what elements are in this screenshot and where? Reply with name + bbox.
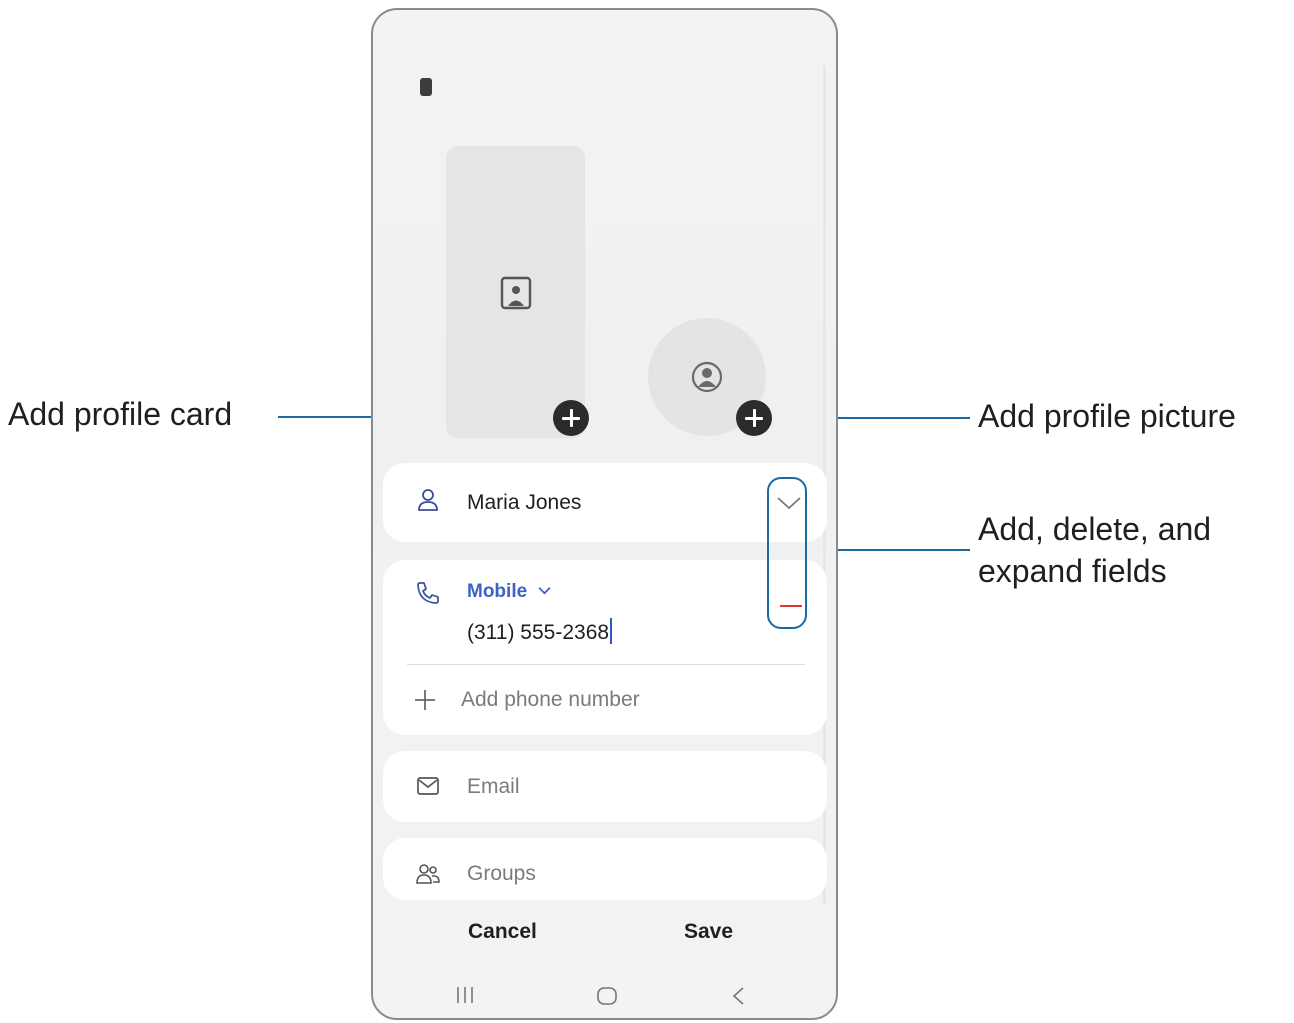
phone-field-card: Mobile (311) 555-2368 Add phone number [383, 560, 827, 735]
add-profile-card-button[interactable] [553, 400, 589, 436]
chevron-down-icon [538, 587, 551, 595]
callout-add-profile-picture: Add profile picture [978, 398, 1236, 434]
phone-type-selector[interactable]: Mobile [467, 581, 551, 603]
groups-icon [416, 864, 440, 884]
name-input[interactable]: Maria Jones [467, 491, 581, 515]
recent-apps-icon[interactable] [455, 986, 475, 1004]
phone-icon [417, 582, 439, 604]
groups-field-card: Groups [383, 838, 827, 900]
add-phone-number-button[interactable]: Add phone number [461, 688, 640, 712]
profile-card-placeholder[interactable] [446, 146, 585, 438]
envelope-icon [417, 777, 439, 795]
callout-bracket-fields [767, 477, 807, 629]
callout-add-profile-card: Add profile card [8, 396, 233, 432]
save-button[interactable]: Save [684, 920, 733, 944]
phone-number-input[interactable]: (311) 555-2368 [467, 618, 613, 645]
name-field-card: Maria Jones [383, 463, 827, 542]
email-field-card: Email [383, 751, 827, 822]
status-bar-icon [420, 78, 432, 96]
contact-card-icon [500, 276, 532, 310]
text-cursor [610, 618, 613, 644]
groups-input[interactable]: Groups [467, 862, 536, 886]
email-input[interactable]: Email [467, 775, 520, 799]
callout-add-delete-expand: Add, delete, and [978, 511, 1212, 547]
callout-add-delete-expand-2: expand fields [978, 553, 1167, 589]
cancel-button[interactable]: Cancel [468, 920, 537, 944]
person-icon [418, 489, 438, 511]
plus-icon[interactable] [413, 688, 437, 712]
avatar-icon [691, 361, 723, 393]
home-icon[interactable] [596, 986, 618, 1006]
phone-number-value: (311) 555-2368 [467, 621, 610, 644]
phone-type-label: Mobile [467, 581, 528, 602]
back-icon[interactable] [731, 986, 745, 1006]
add-profile-picture-button[interactable] [736, 400, 772, 436]
divider [407, 664, 805, 665]
